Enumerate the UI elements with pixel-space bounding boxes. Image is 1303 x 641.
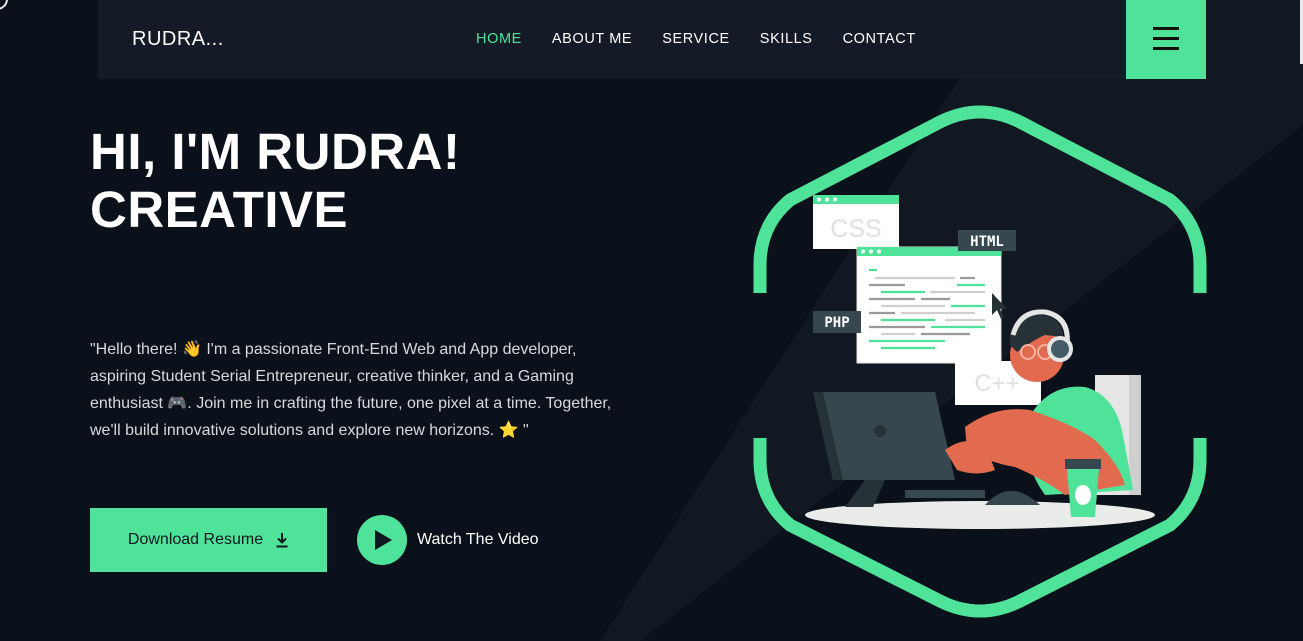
- css-window: CSS: [813, 195, 899, 249]
- main-nav: HOME ABOUT ME SERVICE SKILLS CONTACT: [476, 31, 946, 47]
- watch-video-button[interactable]: Watch The Video: [357, 515, 539, 565]
- download-resume-label: Download Resume: [127, 531, 264, 548]
- keyboard: [905, 490, 985, 498]
- download-resume-button[interactable]: Download Resume: [90, 508, 327, 572]
- hero-title: HI, I'M RUDRA! CREATIVE: [90, 123, 460, 239]
- corner-circle-icon: [0, 0, 8, 10]
- html-tag: HTML: [958, 230, 1016, 251]
- developer-illustration: CSS HTML PHP C++: [753, 105, 1207, 618]
- hero-title-line-1: HI, I'M RUDRA!: [90, 123, 461, 180]
- label-php: PHP: [824, 315, 849, 331]
- navbar: RUDRA... HOME ABOUT ME SERVICE SKILLS CO…: [98, 0, 1206, 79]
- nav-service[interactable]: SERVICE: [662, 31, 730, 47]
- label-html: HTML: [970, 234, 1004, 250]
- label-css: CSS: [830, 215, 881, 243]
- site-logo[interactable]: RUDRA...: [132, 28, 224, 51]
- watch-video-label: Watch The Video: [417, 531, 539, 548]
- download-icon: [276, 533, 288, 548]
- coffee-cup: [1065, 459, 1101, 517]
- play-icon: [375, 530, 392, 550]
- monitor: [813, 392, 955, 507]
- label-cpp: C++: [974, 370, 1019, 397]
- mouse: [985, 491, 1040, 505]
- play-button[interactable]: [357, 515, 407, 565]
- nav-contact[interactable]: CONTACT: [843, 31, 916, 47]
- hamburger-menu-button[interactable]: [1126, 0, 1206, 79]
- code-window: [856, 246, 1002, 364]
- php-tag: PHP: [813, 311, 861, 333]
- hamburger-menu-icon: [1153, 27, 1179, 30]
- nav-home[interactable]: HOME: [476, 31, 522, 47]
- hamburger-menu-icon: [1153, 47, 1179, 50]
- nav-about-me[interactable]: ABOUT ME: [552, 31, 632, 47]
- intro-paragraph: "Hello there! 👋 I'm a passionate Front-E…: [90, 341, 612, 439]
- hero-title-line-2: CREATIVE: [90, 181, 349, 238]
- hamburger-menu-icon: [1153, 37, 1179, 40]
- nav-skills[interactable]: SKILLS: [760, 31, 813, 47]
